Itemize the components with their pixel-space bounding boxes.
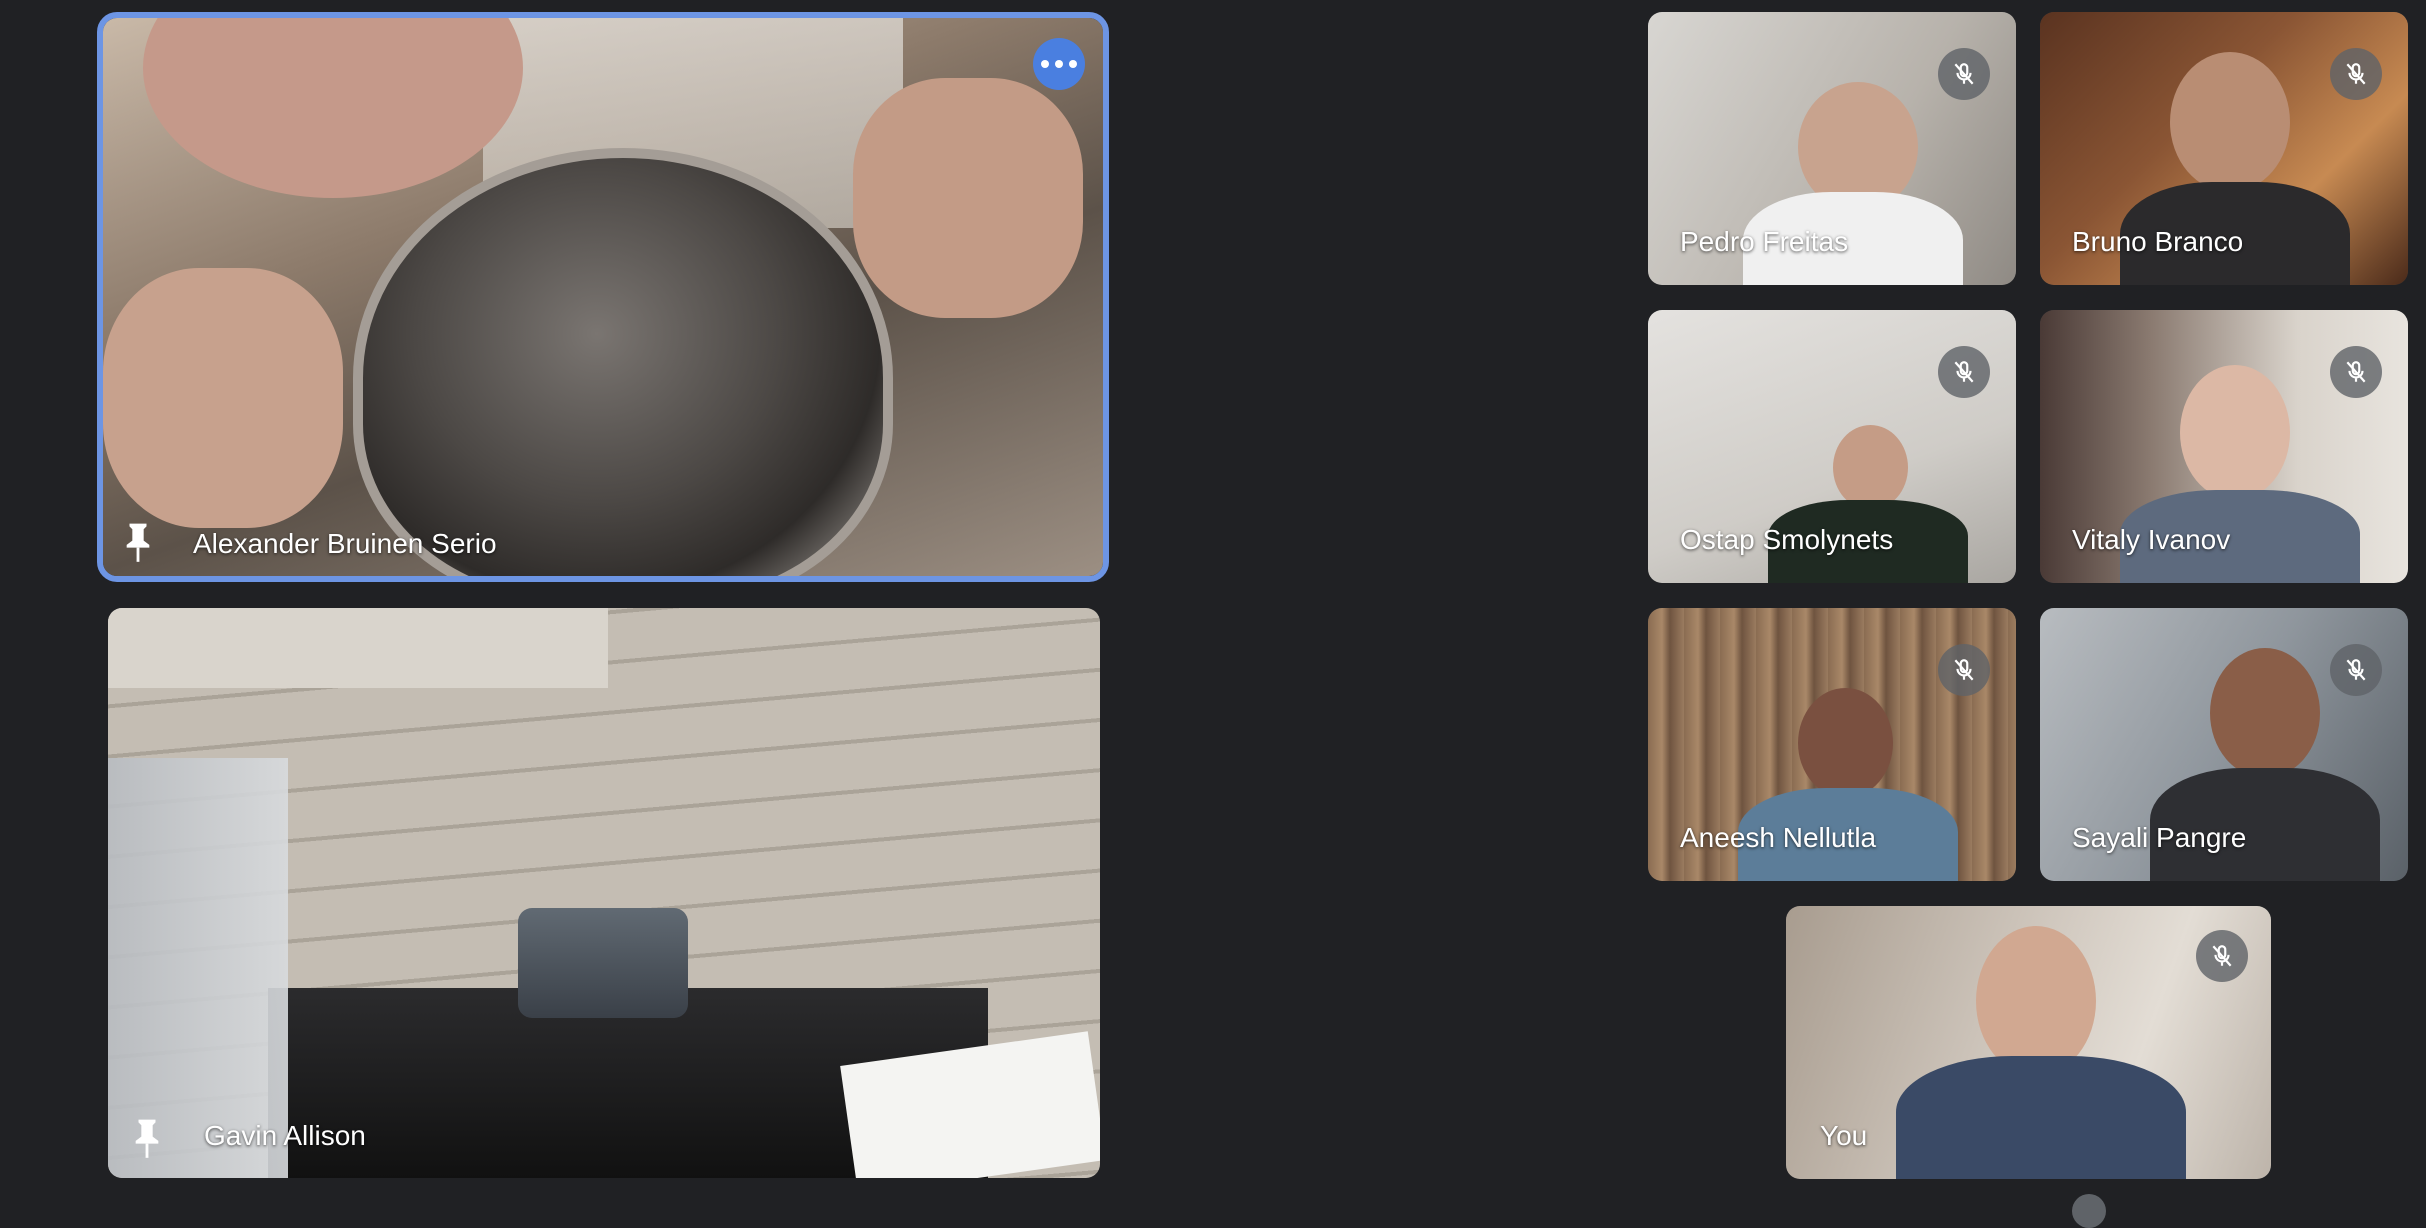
participant-tile-vitaly[interactable]: Vitaly Ivanov: [2040, 310, 2408, 583]
participant-name: Bruno Branco: [2072, 226, 2244, 257]
participant-name: Gavin Allison: [204, 1120, 366, 1151]
participant-name: Ostap Smolynets: [1680, 524, 1894, 555]
mic-off-icon: [2330, 48, 2382, 100]
pin-icon[interactable]: [130, 1116, 164, 1160]
video-feed: [108, 608, 1100, 1178]
participant-tile-aneesh[interactable]: Aneesh Nellutla: [1648, 608, 2016, 881]
mic-off-icon: [2330, 346, 2382, 398]
participant-tile-bruno[interactable]: Bruno Branco: [2040, 12, 2408, 285]
participant-tile-pedro[interactable]: Pedro Freitas: [1648, 12, 2016, 285]
participant-tile-sayali[interactable]: Sayali Pangre: [2040, 608, 2408, 881]
more-options-button[interactable]: [1033, 38, 1085, 90]
video-feed: [103, 18, 1103, 576]
participant-name: Pedro Freitas: [1680, 226, 1849, 257]
mic-off-icon: [2330, 644, 2382, 696]
mic-off-icon: [1938, 346, 1990, 398]
pinned-tile-gavin[interactable]: Gavin Allison: [108, 608, 1100, 1178]
participant-name: Vitaly Ivanov: [2072, 524, 2231, 555]
mic-off-icon: [1938, 644, 1990, 696]
mic-off-icon: [1938, 48, 1990, 100]
participant-name: Aneesh Nellutla: [1680, 822, 1877, 853]
participant-name: Alexander Bruinen Serio: [193, 528, 497, 559]
pinned-tile-alexander[interactable]: Alexander Bruinen Serio: [97, 12, 1109, 582]
participant-name: Sayali Pangre: [2072, 822, 2247, 853]
mic-off-icon: [2196, 930, 2248, 982]
participant-tile-ostap[interactable]: Ostap Smolynets: [1648, 310, 2016, 583]
participant-name: You: [1820, 1120, 1868, 1151]
participant-tile-self[interactable]: You: [1786, 906, 2271, 1179]
pin-icon[interactable]: [121, 520, 155, 564]
self-view-handle[interactable]: [2072, 1194, 2106, 1228]
